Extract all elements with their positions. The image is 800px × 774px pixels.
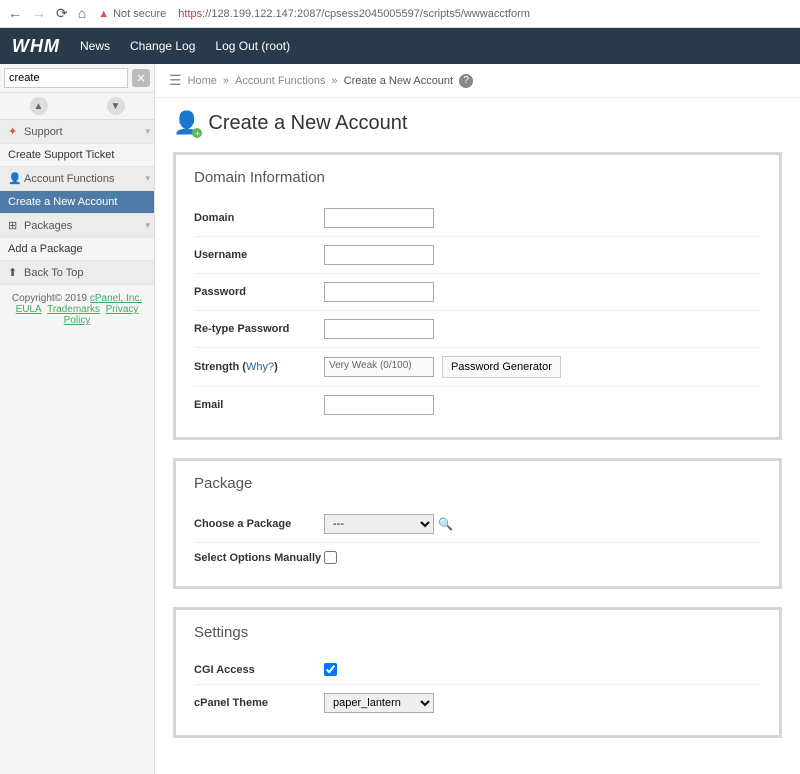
breadcrumb-home[interactable]: Home [188, 75, 217, 87]
security-indicator[interactable]: ▲ Not secure [98, 8, 166, 20]
email-input[interactable] [324, 395, 434, 415]
user-add-icon: 👤+ [173, 110, 200, 136]
page-title: 👤+ Create a New Account [155, 98, 800, 152]
panel-title: Package [194, 475, 761, 492]
password-generator-button[interactable]: Password Generator [442, 356, 561, 378]
sidebar-item-account-functions[interactable]: 👤Account Functions▾ [0, 167, 154, 191]
support-icon: ✦ [8, 125, 20, 138]
breadcrumb: ☰ Home» Account Functions» Create a New … [155, 64, 800, 98]
label-theme: cPanel Theme [194, 697, 324, 709]
back-icon[interactable]: ← [8, 5, 22, 22]
label-strength: Strength (Why?) [194, 361, 324, 373]
search-input[interactable] [4, 68, 128, 88]
warning-icon: ▲ [98, 8, 109, 20]
panel-title: Domain Information [194, 169, 761, 186]
panel-package: Package Choose a Package --- 🔍 Select Op… [173, 458, 782, 589]
browser-bar: ← → ⟳ ⌂ ▲ Not secure https://128.199.122… [0, 0, 800, 28]
domain-input[interactable] [324, 208, 434, 228]
chevron-down-icon: ▾ [145, 220, 150, 231]
home-icon[interactable]: ⌂ [78, 5, 86, 22]
label-username: Username [194, 249, 324, 261]
panel-settings: Settings CGI Access cPanel Theme paper_l… [173, 607, 782, 738]
cgi-checkbox[interactable] [324, 663, 337, 676]
sidebar-item-create-ticket[interactable]: Create Support Ticket [0, 144, 154, 167]
link-cpanel[interactable]: cPanel, Inc. [90, 293, 142, 304]
label-manual-options: Select Options Manually [194, 552, 324, 564]
username-input[interactable] [324, 245, 434, 265]
nav-changelog[interactable]: Change Log [130, 39, 195, 53]
label-retype-password: Re-type Password [194, 323, 324, 335]
manual-options-checkbox[interactable] [324, 551, 337, 564]
menu-icon[interactable]: ☰ [169, 72, 182, 89]
nav-up-icon[interactable]: ▲ [30, 97, 48, 115]
help-icon[interactable]: ? [459, 74, 473, 88]
package-select[interactable]: --- [324, 514, 434, 534]
not-secure-label: Not secure [113, 8, 166, 20]
package-icon: ⊞ [8, 219, 20, 232]
panel-domain-info: Domain Information Domain Username Passw… [173, 152, 782, 440]
sidebar: ✕ ▲ ▼ ✦Support▾ Create Support Ticket 👤A… [0, 64, 155, 774]
clear-search-icon[interactable]: ✕ [132, 69, 150, 87]
nav-news[interactable]: News [80, 39, 110, 53]
sidebar-footer: Copyright© 2019 cPanel, Inc. EULA Tradem… [0, 285, 154, 334]
nav-down-icon[interactable]: ▼ [107, 97, 125, 115]
panel-title: Settings [194, 624, 761, 641]
link-eula[interactable]: EULA [16, 304, 42, 315]
theme-select[interactable]: paper_lantern [324, 693, 434, 713]
forward-icon[interactable]: → [32, 5, 46, 22]
main-content: ☰ Home» Account Functions» Create a New … [155, 64, 800, 774]
retype-password-input[interactable] [324, 319, 434, 339]
arrow-up-icon: ⬆ [8, 266, 20, 279]
chevron-down-icon: ▾ [145, 173, 150, 184]
address-bar[interactable]: https://128.199.122.147:2087/cpsess20450… [178, 8, 530, 20]
link-trademarks[interactable]: Trademarks [47, 304, 100, 315]
chevron-down-icon: ▾ [145, 126, 150, 137]
sidebar-item-add-package[interactable]: Add a Package [0, 238, 154, 261]
sidebar-item-packages[interactable]: ⊞Packages▾ [0, 214, 154, 238]
label-password: Password [194, 286, 324, 298]
sidebar-item-back-to-top[interactable]: ⬆Back To Top [0, 261, 154, 285]
top-nav: WHM News Change Log Log Out (root) [0, 28, 800, 64]
label-domain: Domain [194, 212, 324, 224]
label-email: Email [194, 399, 324, 411]
breadcrumb-acct-funcs[interactable]: Account Functions [235, 75, 326, 87]
reload-icon[interactable]: ⟳ [56, 5, 68, 22]
breadcrumb-current: Create a New Account [344, 75, 453, 87]
sidebar-item-support[interactable]: ✦Support▾ [0, 120, 154, 144]
strength-meter: Very Weak (0/100) [324, 357, 434, 377]
user-icon: 👤 [8, 172, 20, 185]
label-cgi: CGI Access [194, 664, 324, 676]
link-why[interactable]: Why? [246, 361, 274, 373]
sidebar-item-create-account[interactable]: Create a New Account [0, 191, 154, 214]
search-icon[interactable]: 🔍 [438, 517, 453, 531]
label-choose-package: Choose a Package [194, 518, 324, 530]
logo[interactable]: WHM [12, 36, 60, 57]
nav-logout[interactable]: Log Out (root) [215, 39, 290, 53]
password-input[interactable] [324, 282, 434, 302]
